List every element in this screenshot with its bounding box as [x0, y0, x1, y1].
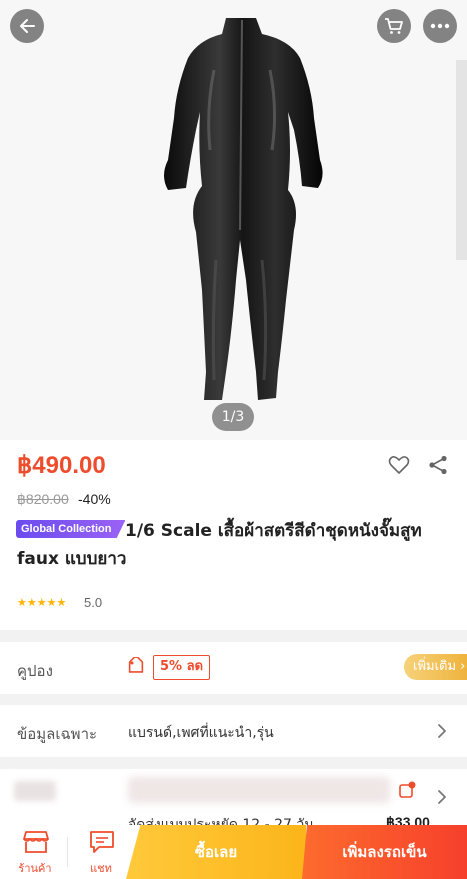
- shop-tab[interactable]: ร้านค้า: [4, 825, 66, 879]
- spec-value: แบรนด์,เพศที่แนะนำ,รุ่น: [128, 725, 274, 741]
- shipping-alert-icon: [399, 781, 416, 798]
- image-counter: 1/3: [212, 403, 254, 431]
- shop-tab-label: ร้านค้า: [18, 862, 52, 875]
- discount-percent: -40%: [78, 491, 111, 507]
- product-title-text: 1/6 Scale เสื้อผ้าสตรีสีดำชุดหนังจั๊มสูท…: [17, 521, 422, 569]
- more-options-button[interactable]: [423, 9, 457, 43]
- chat-tab-label: แชท: [90, 862, 112, 875]
- chevron-right-icon: [438, 790, 446, 804]
- share-icon[interactable]: [428, 455, 448, 475]
- rating-value: 5.0: [84, 595, 103, 610]
- cart-icon: [385, 18, 403, 34]
- rating-stars: ★★★★★: [17, 596, 67, 609]
- blurred-label: [14, 781, 56, 801]
- shop-icon: [23, 831, 49, 853]
- blurred-text: [128, 777, 390, 803]
- coupon-row[interactable]: คูปอง 5% ลด เพิ่มเติม ›: [0, 642, 467, 694]
- shipping-row[interactable]: จัดส่งแบบประหยัด 12 - 27 วัน ฿33.00: [0, 769, 467, 829]
- product-info-card: ฿490.00 ฿820.00 -40% Global Collection 1…: [0, 440, 467, 630]
- coupon-more-label: เพิ่มเติม: [413, 659, 457, 674]
- tag-icon: [128, 657, 144, 673]
- chevron-right-icon: [438, 724, 446, 738]
- more-dots-icon: [430, 23, 450, 29]
- product-price: ฿490.00: [17, 452, 106, 479]
- original-price: ฿820.00: [17, 491, 69, 507]
- coupon-chip[interactable]: 5% ลด: [153, 655, 211, 680]
- bottom-action-bar: ร้านค้า แชท ซื้อเลย เพิ่มลงรถเข็น: [0, 825, 467, 879]
- cart-button[interactable]: [377, 9, 411, 43]
- coupon-more-button[interactable]: เพิ่มเติม ›: [404, 654, 467, 680]
- heart-icon[interactable]: [388, 455, 410, 475]
- spec-row[interactable]: ข้อมูลเฉพาะ แบรนด์,เพศที่แนะนำ,รุ่น: [0, 705, 467, 757]
- arrow-left-icon: [20, 19, 35, 33]
- add-to-cart-button[interactable]: เพิ่มลงรถเข็น: [302, 825, 467, 879]
- tab-divider: [67, 837, 68, 867]
- chevron-right-icon: ›: [456, 659, 466, 674]
- buy-now-button[interactable]: ซื้อเลย: [126, 825, 306, 879]
- product-page: 1/3 ฿490.00 ฿820.00 -40% Global Collecti…: [0, 0, 467, 879]
- product-title: 1/6 Scale เสื้อผ้าสตรีสีดำชุดหนังจั๊มสูท…: [17, 517, 457, 573]
- spec-label: ข้อมูลเฉพาะ: [17, 725, 98, 743]
- coupon-label: คูปอง: [17, 662, 53, 680]
- back-button[interactable]: [10, 9, 44, 43]
- product-image-gallery[interactable]: 1/3: [0, 0, 467, 440]
- product-image: [164, 18, 467, 400]
- chat-icon: [90, 831, 114, 853]
- chat-tab[interactable]: แชท: [70, 825, 132, 879]
